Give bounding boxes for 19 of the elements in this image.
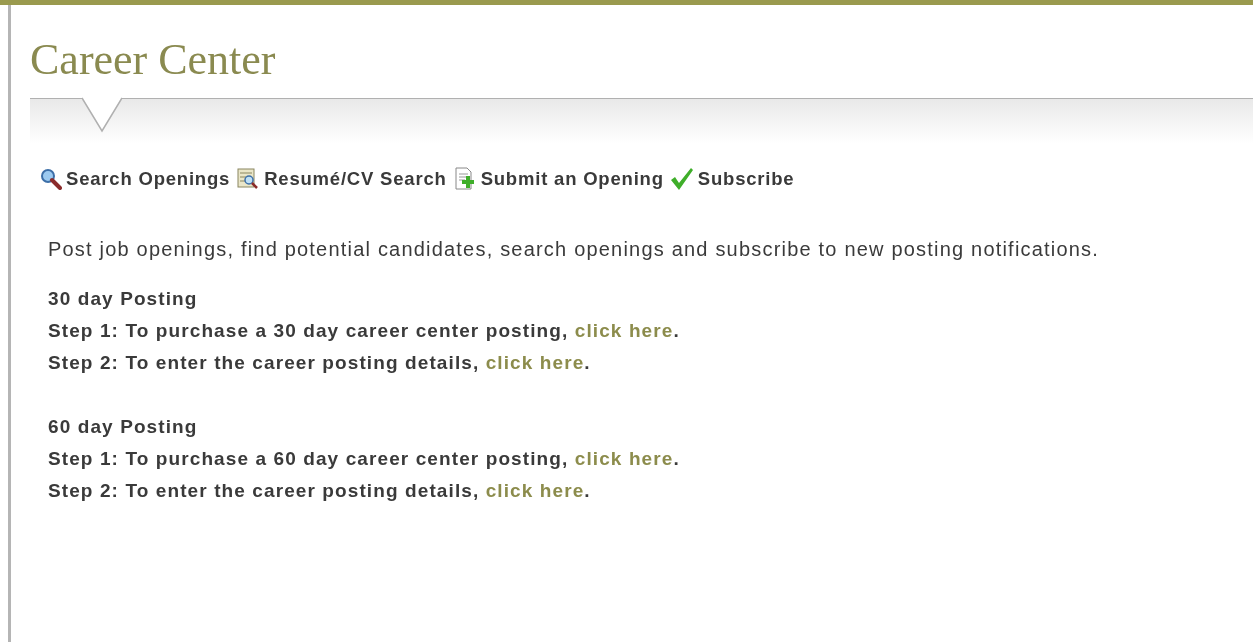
magnifier-icon — [40, 168, 62, 190]
toolbar-link[interactable]: Submit an Opening — [452, 167, 664, 191]
click-here-link[interactable]: click here — [574, 320, 674, 341]
click-here-link[interactable]: click here — [485, 352, 585, 373]
page-title: Career Center — [30, 34, 277, 86]
click-here-link[interactable]: click here — [485, 480, 585, 501]
toolbar-label: Submit an Opening — [480, 168, 664, 190]
checkmark-icon — [669, 167, 694, 191]
click-here-link[interactable]: click here — [574, 448, 674, 469]
toolbar-label: Subscribe — [697, 168, 795, 190]
step-text: Step 2: To enter the career posting details, click here. — [48, 351, 592, 375]
section-heading: 60 day Posting — [48, 415, 199, 439]
intro-text: Post job openings, find potential candidates, search openings and subscribe to new posting notifications. — [48, 237, 1101, 262]
document-plus-icon — [452, 167, 477, 191]
section-heading: 30 day Posting — [48, 287, 199, 311]
step-text: Step 2: To enter the career posting details, click here. — [48, 479, 592, 503]
toolbar-link[interactable]: Subscribe — [669, 167, 795, 191]
step-text: Step 1: To purchase a 30 day career center posting, click here. — [48, 319, 681, 343]
step-text: Step 1: To purchase a 60 day career center posting, click here. — [48, 447, 681, 471]
